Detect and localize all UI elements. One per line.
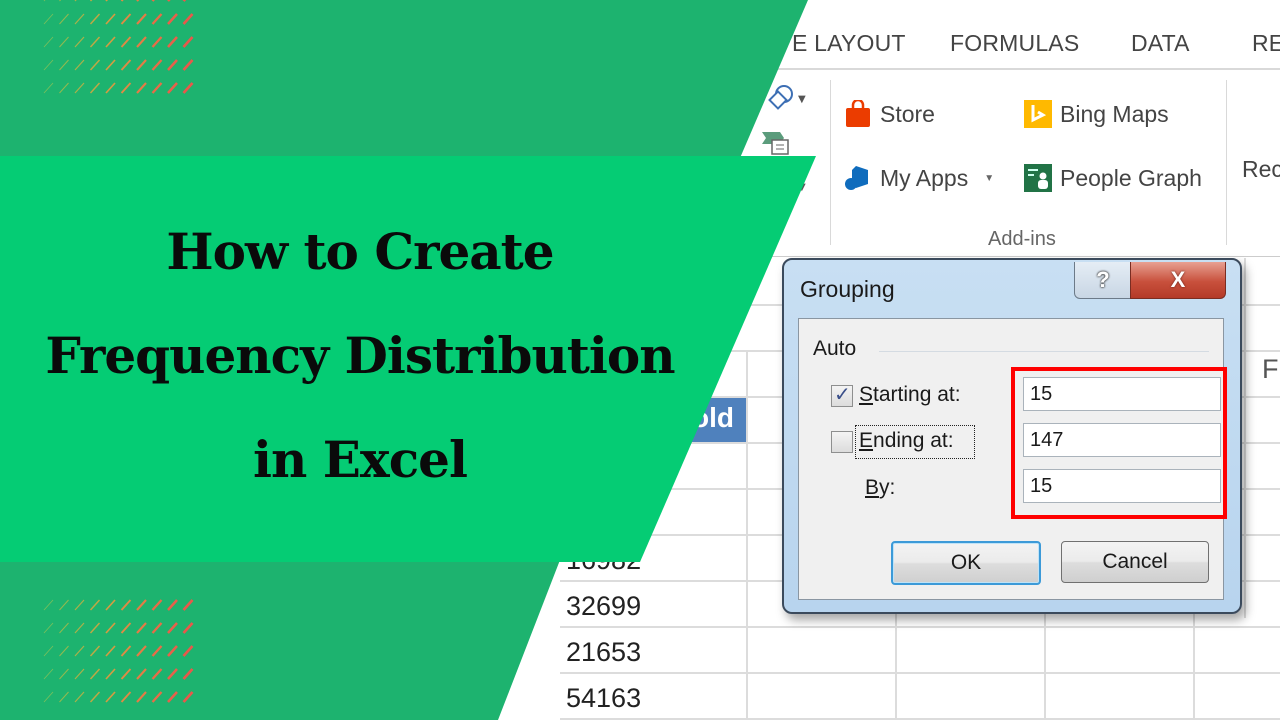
dialog-title: Grouping xyxy=(800,276,895,302)
grid-line xyxy=(1044,610,1046,720)
my-apps-button[interactable]: My Apps ▼ xyxy=(844,164,994,192)
grid-line xyxy=(1193,610,1195,720)
grid-line xyxy=(746,350,748,720)
close-icon: X xyxy=(1170,267,1186,292)
tab-page-layout[interactable]: E LAYOUT xyxy=(792,30,906,57)
ribbon: ▼ ▼ Store Bing Maps My Apps ▼ People Gra… xyxy=(740,70,1280,260)
store-label: Store xyxy=(880,100,935,127)
by-input[interactable] xyxy=(1023,469,1221,503)
store-bag-icon xyxy=(844,98,872,128)
addins-group-label: Add-ins xyxy=(988,228,1056,250)
cancel-button[interactable]: Cancel xyxy=(1061,541,1209,583)
grid-line xyxy=(1244,258,1246,618)
my-apps-label: My Apps xyxy=(880,164,969,191)
people-graph-icon xyxy=(1024,164,1052,192)
dialog-body: Auto ✓ Starting at: Ending at: By: OK Ca… xyxy=(798,318,1227,600)
section-divider xyxy=(879,351,1209,352)
group-separator xyxy=(830,80,831,245)
close-button[interactable]: X xyxy=(1130,262,1226,299)
column-header-f[interactable]: F xyxy=(1262,354,1279,385)
starting-at-checkbox[interactable]: ✓ xyxy=(831,382,853,407)
ending-at-checkbox[interactable] xyxy=(831,431,853,453)
people-graph-label: People Graph xyxy=(1060,164,1202,191)
smartart-dropdown-icon[interactable]: ▼ xyxy=(798,182,806,193)
grouping-dialog: Grouping ? X Auto ✓ Starting at: Ending … xyxy=(782,258,1242,614)
grid-line xyxy=(560,672,1280,674)
starting-at-input[interactable] xyxy=(1023,377,1221,411)
by-label: By: xyxy=(865,476,896,499)
auto-section-label: Auto xyxy=(813,337,857,360)
tab-formulas[interactable]: FORMULAS xyxy=(950,30,1079,57)
cell-value[interactable]: 54163 xyxy=(566,683,641,714)
ending-at-label: Ending at: xyxy=(859,429,954,452)
highlight-box xyxy=(1011,367,1227,519)
store-button[interactable]: Store xyxy=(844,98,935,128)
shapes-icon[interactable] xyxy=(766,84,796,110)
tab-review[interactable]: RE xyxy=(1252,30,1280,57)
grid-line xyxy=(560,626,1280,628)
recommended-charts-button[interactable]: Rec xyxy=(1242,156,1280,183)
tab-data[interactable]: DATA xyxy=(1131,30,1190,57)
ribbon-tabs: E LAYOUT FORMULAS DATA RE xyxy=(760,30,1280,62)
cell-value[interactable]: 21653 xyxy=(566,637,641,668)
people-graph-button[interactable]: People Graph xyxy=(1024,164,1202,192)
ending-at-input[interactable] xyxy=(1023,423,1221,457)
header-cell-text: old xyxy=(692,402,734,433)
bing-icon xyxy=(1024,100,1052,128)
starting-at-label: Starting at: xyxy=(859,383,961,406)
ribbon-bottom-border xyxy=(740,256,1280,257)
cell-value[interactable]: 16982 xyxy=(566,545,641,576)
shapes-dropdown-icon[interactable]: ▼ xyxy=(798,94,806,105)
smartart-icon[interactable] xyxy=(760,128,790,156)
checkmark-icon: ✓ xyxy=(834,382,851,406)
my-apps-dropdown-icon[interactable]: ▼ xyxy=(984,173,994,184)
grid-line xyxy=(895,610,897,720)
table-header-cell[interactable]: old xyxy=(600,398,746,442)
recommended-charts-label: Rec xyxy=(1242,156,1280,182)
bing-maps-label: Bing Maps xyxy=(1060,100,1169,127)
ok-button[interactable]: OK xyxy=(891,541,1041,585)
help-icon: ? xyxy=(1096,267,1110,292)
bing-maps-button[interactable]: Bing Maps xyxy=(1024,100,1169,128)
cell-value[interactable]: 32699 xyxy=(566,591,641,622)
group-separator xyxy=(1226,80,1227,245)
my-apps-icon xyxy=(844,164,872,192)
help-button[interactable]: ? xyxy=(1074,262,1132,299)
